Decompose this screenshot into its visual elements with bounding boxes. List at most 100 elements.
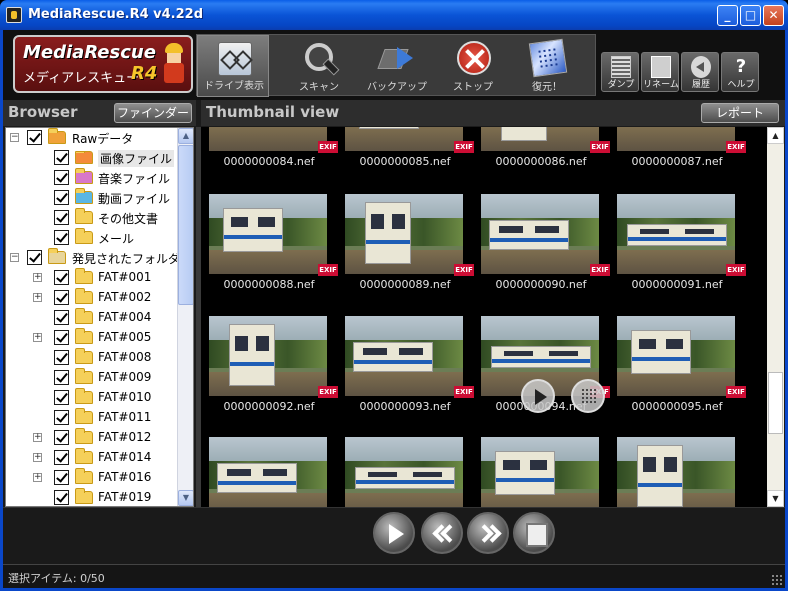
tree-checkbox[interactable] <box>54 190 69 205</box>
tree-checkbox[interactable] <box>54 470 69 485</box>
folder-icon <box>75 368 93 384</box>
expand-icon[interactable]: + <box>33 453 42 462</box>
tree-checkbox[interactable] <box>54 410 69 425</box>
tree-checkbox[interactable] <box>54 490 69 505</box>
found-folder-icon <box>48 248 66 264</box>
finder-button[interactable]: ファインダー <box>114 103 192 123</box>
tree-item[interactable]: FAT#010 <box>10 388 178 408</box>
expand-icon[interactable]: + <box>33 273 42 282</box>
tree-item[interactable]: + FAT#005 <box>10 328 178 348</box>
folder-icon <box>75 228 93 244</box>
tree-item[interactable]: + FAT#016 <box>10 468 178 488</box>
preview-play-icon[interactable] <box>521 379 555 413</box>
thumbnail-item[interactable]: EXIF <box>609 437 735 507</box>
expand-icon[interactable]: + <box>33 293 42 302</box>
thumbnail-item[interactable]: EXIF <box>337 437 463 507</box>
thumbnail-item[interactable]: EXIF 0000000089.nef <box>337 194 474 314</box>
tree-checkbox[interactable] <box>27 250 42 265</box>
thumbnail-item[interactable]: EXIF <box>473 437 599 507</box>
tree-item[interactable]: + FAT#002 <box>10 288 178 308</box>
scroll-thumb[interactable] <box>768 372 783 434</box>
drive-view-button[interactable]: ドライブ表示 <box>197 35 269 97</box>
thumbnail-item[interactable]: EXIF 0000000085.nef <box>337 127 474 191</box>
previous-button[interactable] <box>421 512 463 554</box>
collapse-icon[interactable]: − <box>10 133 19 142</box>
hex-view-icon[interactable] <box>571 379 605 413</box>
tree-item[interactable]: FAT#008 <box>10 348 178 368</box>
tree-scroll-down-button[interactable]: ▼ <box>178 490 193 506</box>
thumbnail-scrollbar[interactable]: ▲ ▼ <box>767 127 784 507</box>
tree-checkbox[interactable] <box>54 370 69 385</box>
scroll-down-button[interactable]: ▼ <box>767 490 784 507</box>
play-button[interactable] <box>373 512 415 554</box>
tree-checkbox[interactable] <box>54 390 69 405</box>
collapse-icon[interactable]: − <box>10 253 19 262</box>
expand-icon[interactable]: + <box>33 433 42 442</box>
restore-button[interactable]: 復元！ <box>511 35 583 97</box>
help-button[interactable]: ? ヘルプ <box>721 52 759 92</box>
tree-checkbox[interactable] <box>54 330 69 345</box>
tree-checkbox[interactable] <box>54 210 69 225</box>
tree-checkbox[interactable] <box>54 450 69 465</box>
tree-item[interactable]: メール <box>10 228 178 248</box>
thumbnail-item[interactable]: EXIF0000000094.nef <box>473 316 610 436</box>
tree-checkbox[interactable] <box>54 150 69 165</box>
tree-checkbox[interactable] <box>54 290 69 305</box>
thumbnail-item[interactable]: EXIF 0000000091.nef <box>609 194 746 314</box>
tree-item[interactable]: その他文書 <box>10 208 178 228</box>
history-button[interactable]: 履歴 <box>681 52 719 92</box>
thumbnail-image <box>209 194 327 274</box>
close-button[interactable]: ✕ <box>763 5 784 26</box>
save-button[interactable] <box>513 512 555 554</box>
folder-icon <box>75 388 93 404</box>
tree-checkbox[interactable] <box>54 170 69 185</box>
expand-icon[interactable]: + <box>33 473 42 482</box>
thumbnail-item[interactable]: EXIF 0000000084.nef <box>201 127 338 191</box>
tree-item[interactable]: FAT#009 <box>10 368 178 388</box>
minimize-button[interactable]: _ <box>717 5 738 26</box>
tree-item-label: 音楽ファイル <box>98 172 171 186</box>
tree-item[interactable]: + FAT#012 <box>10 428 178 448</box>
tree-item[interactable]: + FAT#001 <box>10 268 178 288</box>
expand-icon[interactable]: + <box>33 333 42 342</box>
thumbnail-item[interactable]: EXIF 0000000095.nef <box>609 316 746 436</box>
tree-scroll-thumb[interactable] <box>178 145 193 305</box>
scroll-up-button[interactable]: ▲ <box>767 127 784 144</box>
thumbnail-header: Thumbnail view レポート <box>201 100 785 126</box>
backup-button[interactable]: バックアップ <box>361 35 433 97</box>
thumbnail-item[interactable]: EXIF 0000000092.nef <box>201 316 338 436</box>
stop-button[interactable]: ストップ <box>437 35 509 97</box>
dump-button[interactable]: ダンプ <box>601 52 639 92</box>
tree-scrollbar[interactable]: ▲ ▼ <box>177 128 193 506</box>
tree-item[interactable]: FAT#004 <box>10 308 178 328</box>
tree-checkbox[interactable] <box>54 350 69 365</box>
thumbnail-item[interactable]: EXIF 0000000088.nef <box>201 194 338 314</box>
tree-checkbox[interactable] <box>54 310 69 325</box>
backup-arrow-icon <box>381 41 415 75</box>
open-folder-icon <box>48 128 66 144</box>
tree-checkbox[interactable] <box>54 430 69 445</box>
tree-item[interactable]: FAT#011 <box>10 408 178 428</box>
tree-item[interactable]: − Rawデータ <box>10 128 178 148</box>
scan-button[interactable]: スキャン <box>283 35 355 97</box>
resize-grip-icon[interactable] <box>771 574 783 586</box>
tree-item[interactable]: 画像ファイル <box>10 148 178 168</box>
maximize-button[interactable]: □ <box>740 5 761 26</box>
thumbnail-item[interactable]: EXIF 0000000086.nef <box>473 127 610 191</box>
thumbnail-item[interactable]: EXIF 0000000090.nef <box>473 194 610 314</box>
thumbnail-item[interactable]: EXIF 0000000087.nef <box>609 127 746 191</box>
tree-scroll-up-button[interactable]: ▲ <box>178 128 193 144</box>
tree-checkbox[interactable] <box>54 230 69 245</box>
tree-checkbox[interactable] <box>54 270 69 285</box>
thumbnail-item[interactable]: EXIF <box>201 437 327 507</box>
tree-item[interactable]: 動画ファイル <box>10 188 178 208</box>
thumbnail-item[interactable]: EXIF 0000000093.nef <box>337 316 474 436</box>
tree-item[interactable]: − 発見されたフォルダ <box>10 248 180 268</box>
tree-item[interactable]: FAT#019 <box>10 488 178 506</box>
tree-checkbox[interactable] <box>27 130 42 145</box>
tree-item[interactable]: 音楽ファイル <box>10 168 178 188</box>
report-button[interactable]: レポート <box>701 103 779 123</box>
rename-button[interactable]: リネーム <box>641 52 679 92</box>
tree-item[interactable]: + FAT#014 <box>10 448 178 468</box>
next-button[interactable] <box>467 512 509 554</box>
